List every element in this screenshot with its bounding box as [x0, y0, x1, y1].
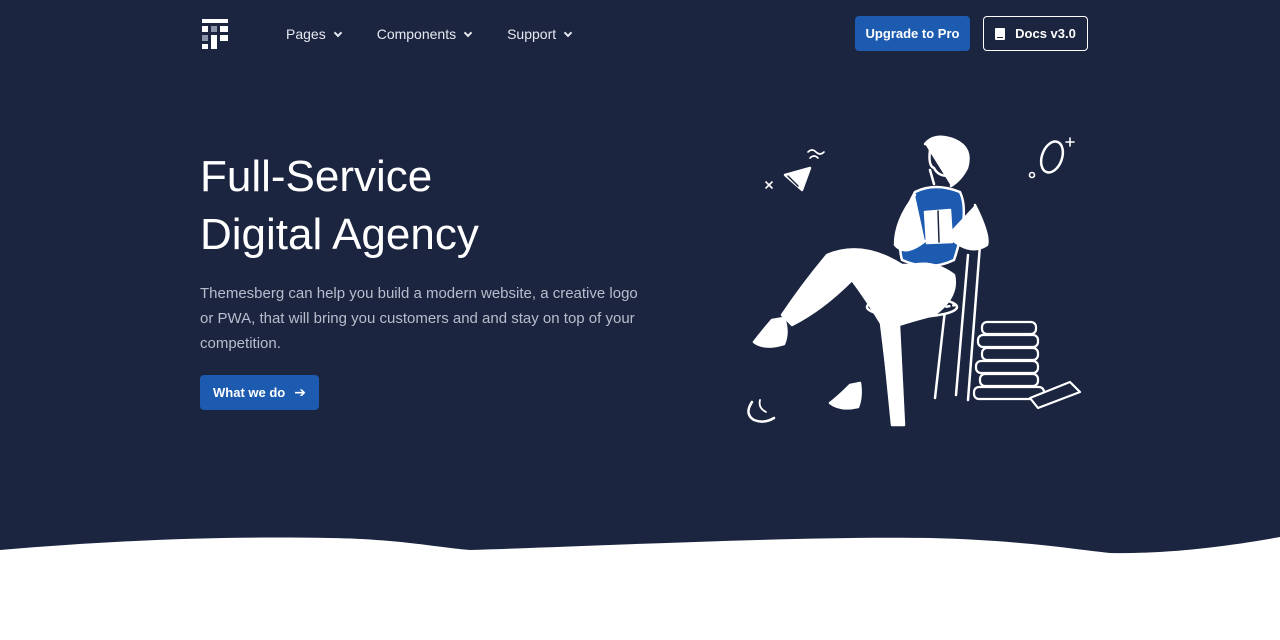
nav-item-label: Components	[376, 26, 457, 42]
chevron-down-icon	[333, 28, 342, 37]
title-line-2: Digital Agency	[200, 210, 479, 259]
navbar: Pages Components Support Upgrade to Pro …	[200, 14, 1088, 54]
docs-button[interactable]: Docs v3.0	[983, 16, 1088, 51]
logo-icon[interactable]	[200, 17, 230, 51]
hero-subtitle: Themesberg can help you build a modern w…	[200, 285, 638, 352]
nav-item-label: Support	[507, 26, 557, 42]
chevron-down-icon	[463, 28, 473, 37]
reading-person-illustration	[747, 135, 1082, 427]
upgrade-to-pro-button[interactable]: Upgrade to Pro	[855, 16, 970, 51]
nav-item-label: Pages	[286, 26, 326, 42]
nav-item-pages[interactable]: Pages	[286, 26, 342, 42]
wave-divider	[0, 537, 1280, 640]
nav-item-support[interactable]: Support	[507, 26, 573, 42]
page-title: Full-Service Digital Agency	[200, 148, 479, 264]
what-we-do-label: What we do	[213, 385, 286, 400]
title-line-1: Full-Service	[200, 152, 433, 201]
nav-menu: Pages Components Support	[286, 14, 607, 54]
chevron-down-icon	[563, 28, 573, 37]
what-we-do-button[interactable]: What we do ➔	[200, 375, 319, 410]
upgrade-button-label: Upgrade to Pro	[865, 26, 960, 41]
docs-button-label: Docs v3.0	[1015, 26, 1076, 41]
nav-item-components[interactable]: Components	[376, 26, 473, 42]
book-icon	[995, 27, 1006, 40]
arrow-right-icon: ➔	[294, 384, 306, 400]
